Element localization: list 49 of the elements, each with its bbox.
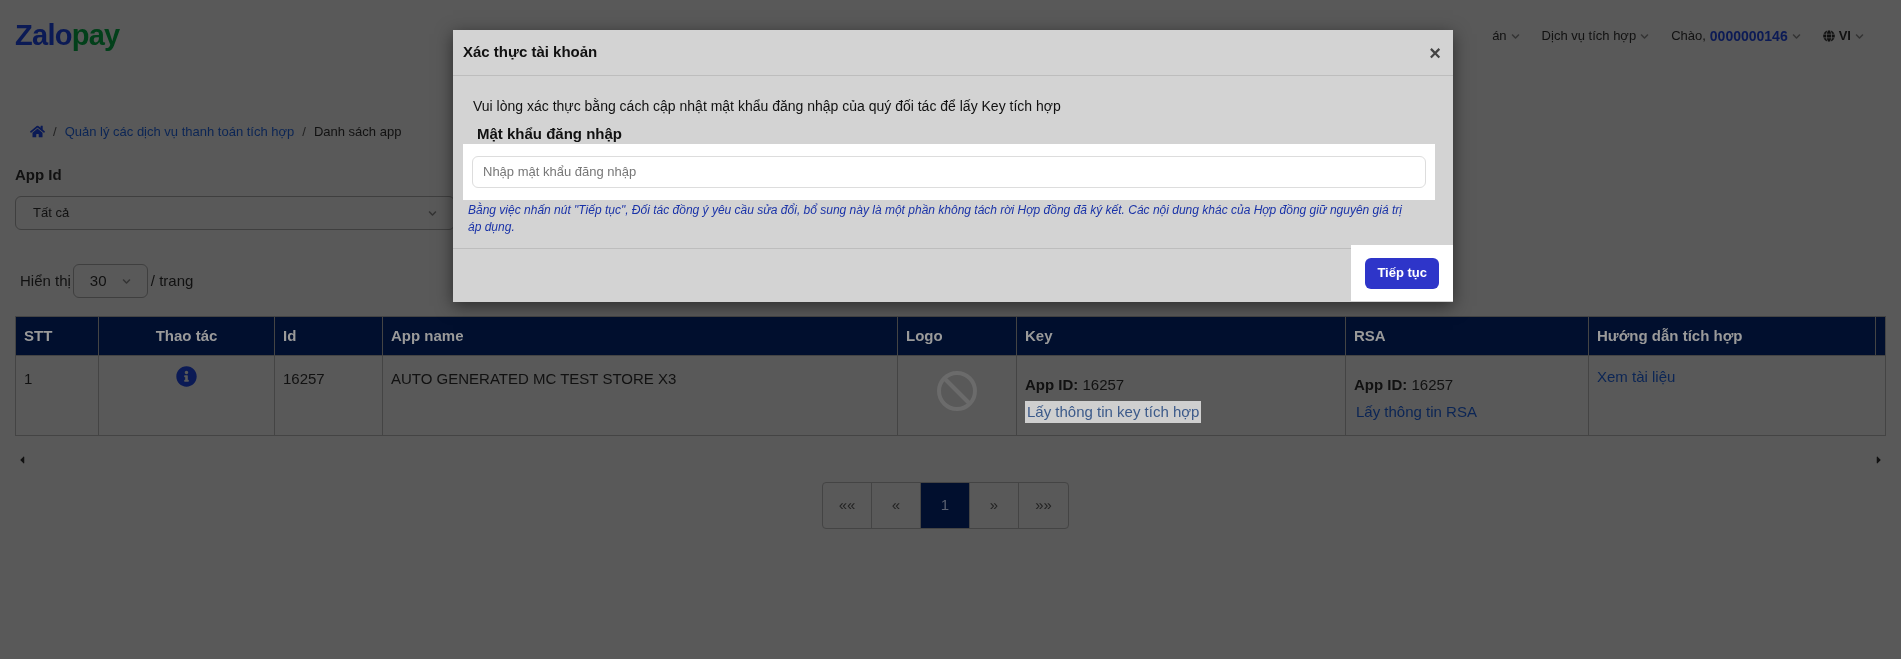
column-header: App name — [383, 317, 898, 355]
nav-menu[interactable]: án — [1492, 26, 1520, 46]
chevron-icon — [1791, 31, 1801, 41]
home-icon[interactable] — [30, 124, 45, 140]
column-header: Logo — [898, 317, 1017, 355]
chevron-icon — [428, 208, 437, 218]
globe-icon — [1822, 30, 1835, 42]
close-button[interactable]: × — [1429, 37, 1443, 68]
column-header: Thao tác — [99, 317, 275, 355]
app-id-text: App ID: 16257 — [1025, 375, 1126, 395]
chevron-icon — [1510, 31, 1520, 41]
chevron-icon — [1640, 31, 1650, 41]
page-button[interactable]: 1 — [921, 483, 970, 528]
column-header: Hướng dẫn tích hợp — [1589, 317, 1876, 355]
consent-note: Bằng việc nhấn nút "Tiếp tục", Đối tác đồng ý yêu cầu sửa đổi, bổ sung này là một phần không tách rời Hợp đồng đã ký kết. Các nội dung khác của Hợp đồng giữ nguyên giá trị áp dụng. — [467, 201, 1403, 236]
continue-button[interactable]: Tiếp tục — [1365, 257, 1439, 289]
breadcrumb-current: Danh sách app — [313, 123, 402, 141]
column-header: RSA — [1346, 317, 1589, 355]
column-header: Id — [275, 317, 383, 355]
app-id-text: App ID: 16257 — [1354, 375, 1455, 395]
modal-title: Xác thực tài khoản — [463, 42, 598, 63]
column-header: Key — [1017, 317, 1346, 355]
chevron-icon — [121, 276, 131, 286]
page-button[interactable]: »» — [1019, 483, 1068, 528]
chevron-icon — [1855, 31, 1864, 41]
breadcrumb-separator: / — [53, 123, 57, 141]
logo: Zalopay — [15, 18, 120, 54]
user-menu[interactable]: Chào, 0000000146 — [1671, 25, 1801, 47]
language-menu[interactable]: VI — [1838, 26, 1851, 46]
column-header: STT — [16, 317, 99, 355]
nav-menu[interactable]: Dịch vụ tích hợp — [1541, 26, 1650, 46]
breadcrumb-link[interactable]: Quản lý các dịch vụ thanh toán tích hợp — [64, 122, 295, 142]
modal-message: Vui lòng xác thực bằng cách cập nhật mật khẩu đăng nhập của quý đối tác để lấy Key tích hợp — [473, 97, 1061, 116]
page-size-label: Hiển thị — [20, 270, 71, 291]
table-cell: 16257 — [283, 370, 325, 387]
page-size-suffix: / trang — [150, 270, 194, 291]
page-size-select[interactable]: 30 — [72, 264, 148, 298]
table-cell: 1 — [24, 370, 33, 387]
field-label: App Id — [15, 164, 62, 185]
table-cell: AUTO GENERATED MC TEST STORE X3 — [391, 370, 677, 387]
field-label: Mật khẩu đăng nhập — [477, 124, 622, 144]
page-button[interactable]: «« — [823, 483, 872, 528]
page-button[interactable]: » — [970, 483, 1019, 528]
breadcrumb-separator: / — [302, 123, 306, 141]
docs-link[interactable]: Xem tài liệu — [1597, 368, 1676, 385]
password-field[interactable]: Nhập mật khẩu đăng nhập — [472, 155, 1426, 188]
info-icon[interactable] — [176, 366, 197, 387]
info-link[interactable]: Lấy thông tin RSA — [1354, 400, 1479, 423]
info-link[interactable]: Lấy thông tin key tích hợp — [1025, 400, 1202, 423]
